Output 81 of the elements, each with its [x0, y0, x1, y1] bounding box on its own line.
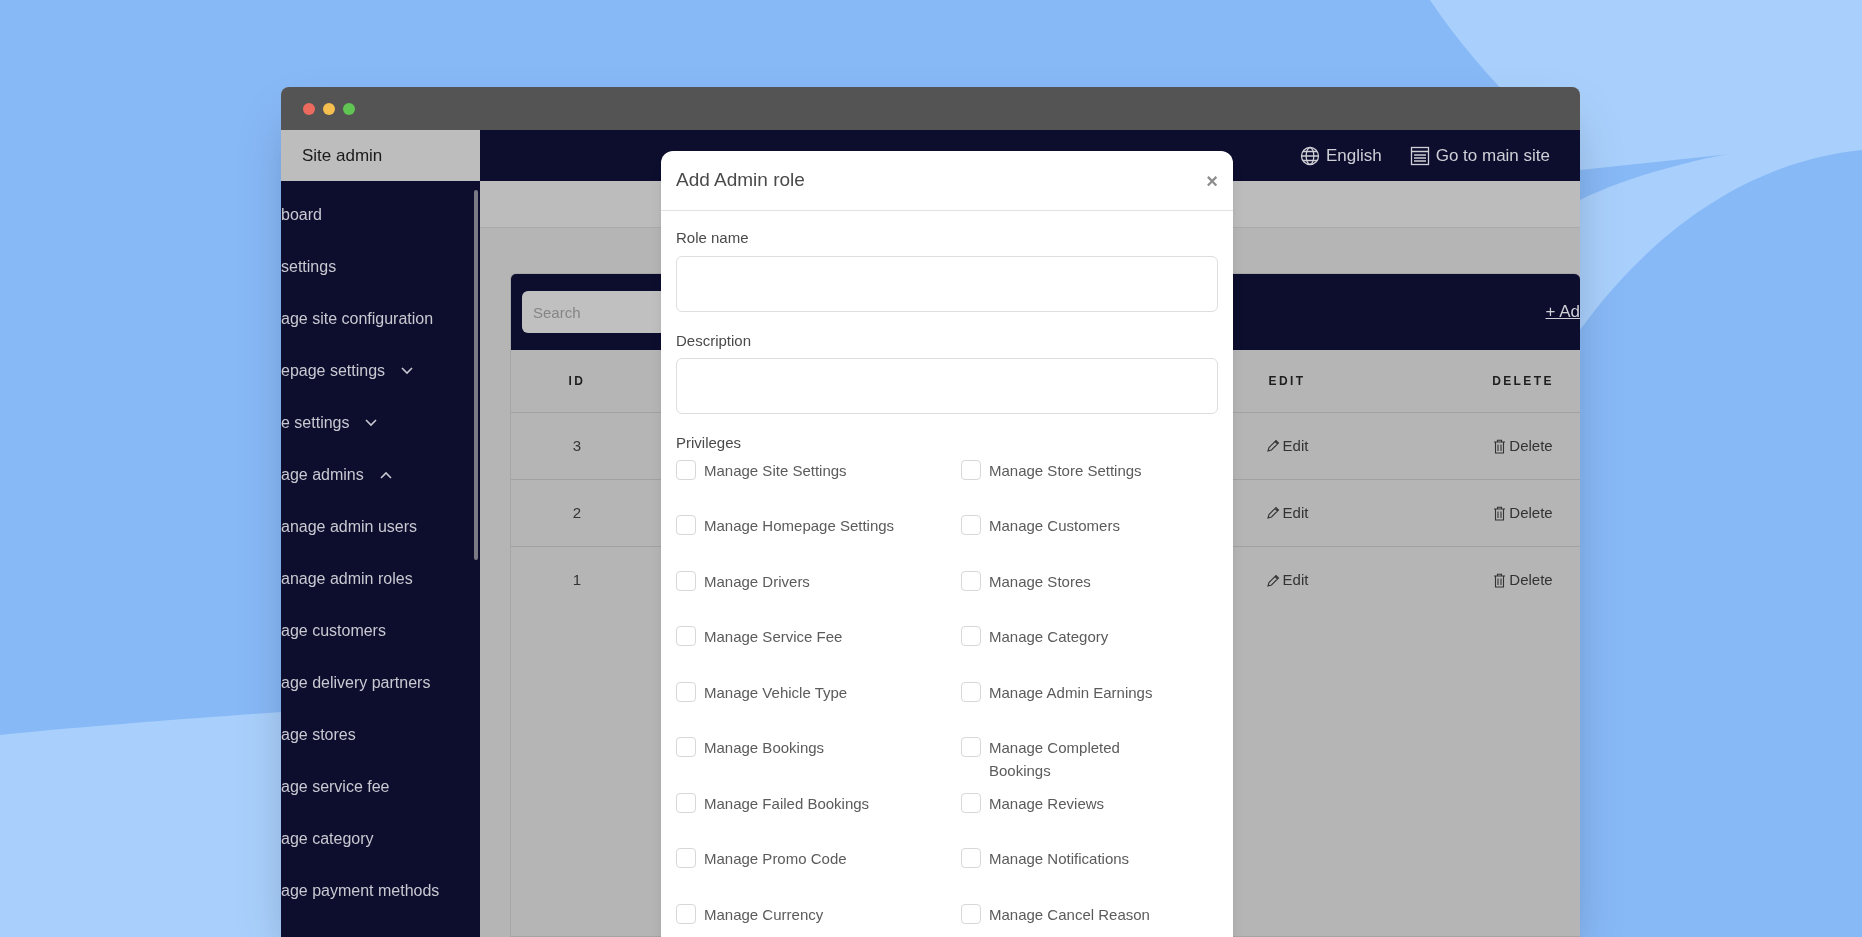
checkbox[interactable] [961, 459, 981, 480]
column-header: DELETE [1491, 373, 1555, 390]
privilege-checkbox[interactable]: Manage Cancel Reason [961, 903, 1218, 937]
table-cell-text: 2 [571, 502, 583, 523]
edit-link[interactable]: Edit [1217, 569, 1357, 592]
sidebar-item[interactable]: anage admin roles [281, 553, 480, 605]
checkbox[interactable] [676, 848, 696, 868]
sidebar-item[interactable]: e settings [281, 397, 480, 449]
input-field[interactable] [676, 358, 1218, 414]
sidebar-title: Site admin [302, 144, 383, 167]
scrollbar[interactable] [474, 190, 478, 560]
privilege-checkbox[interactable]: Manage Store Settings [961, 459, 1218, 515]
globe-icon [1299, 145, 1320, 166]
table-cell-text: 3 [571, 435, 583, 456]
sidebar-item[interactable]: epage settings [281, 345, 480, 397]
delete-link[interactable]: Delete [1466, 434, 1580, 458]
sidebar-item[interactable]: anage admin users [281, 501, 480, 553]
column-header: ID [567, 373, 587, 390]
checkbox[interactable] [676, 681, 696, 702]
checkbox[interactable] [676, 792, 696, 813]
language-selector[interactable]: English [1299, 142, 1382, 169]
sidebar-item[interactable]: age category [281, 813, 480, 865]
edit-link[interactable]: Edit [1217, 501, 1357, 525]
checkbox[interactable] [961, 570, 981, 591]
input-field[interactable] [676, 255, 1218, 312]
checkbox[interactable] [961, 681, 981, 702]
checkbox[interactable] [961, 903, 981, 924]
privilege-checkbox[interactable]: Manage Admin Earnings [961, 681, 1218, 737]
trash-icon [1493, 505, 1507, 521]
pencil-icon [1265, 506, 1280, 520]
privilege-checkbox[interactable]: Manage Drivers [676, 570, 961, 626]
checkbox[interactable] [676, 515, 696, 535]
sidebar-item[interactable]: age delivery partners [281, 657, 480, 709]
edit-link[interactable]: Edit [1217, 434, 1357, 458]
privileges-label: Privileges [676, 433, 743, 453]
privilege-checkbox[interactable]: Manage Promo Code [676, 848, 961, 904]
sidebar-item[interactable]: age customers [281, 605, 480, 657]
privilege-checkbox[interactable]: Manage Bookings [676, 737, 961, 793]
privilege-checkbox[interactable]: Manage Completed Bookings [961, 737, 1218, 793]
delete-link[interactable]: Delete [1466, 569, 1580, 592]
checkbox[interactable] [676, 903, 696, 924]
privilege-checkbox[interactable]: Manage Reviews [961, 792, 1218, 848]
main-site-link[interactable]: Go to main site [1409, 142, 1550, 169]
privilege-checkbox[interactable]: Manage Homepage Settings [676, 515, 961, 571]
privilege-checkbox[interactable]: Manage Failed Bookings [676, 792, 961, 848]
sidebar-item[interactable]: age admins [281, 449, 480, 501]
checkbox[interactable] [676, 570, 696, 591]
privilege-checkbox[interactable]: Manage Category [961, 626, 1218, 682]
modal-title: Add Admin role [676, 168, 805, 193]
checkbox[interactable] [676, 737, 696, 757]
checkbox[interactable] [961, 626, 981, 646]
pencil-icon [1265, 573, 1280, 588]
sidebar-item[interactable]: age stores [281, 709, 480, 761]
privilege-checkbox[interactable]: Manage Stores [961, 570, 1218, 626]
browser-icon [1409, 145, 1430, 166]
privilege-checkbox[interactable]: Manage Site Settings [676, 459, 961, 515]
sidebar-item[interactable]: age site configuration [281, 293, 480, 345]
table-cell-text: 1 [571, 570, 583, 591]
field-label: Description [676, 330, 753, 351]
checkbox[interactable] [676, 459, 696, 480]
sidebar-item[interactable]: settings [281, 241, 480, 293]
checkbox[interactable] [676, 626, 696, 646]
privilege-checkbox[interactable]: Manage Notifications [961, 848, 1218, 904]
add-link[interactable]: + Ad [1545, 299, 1580, 325]
column-header: EDIT [1267, 373, 1307, 390]
checkbox[interactable] [961, 737, 981, 757]
privilege-checkbox[interactable]: Manage Currency [676, 903, 961, 937]
sidebar-item[interactable]: board [281, 189, 480, 241]
trash-icon [1493, 573, 1507, 588]
delete-link[interactable]: Delete [1466, 501, 1580, 525]
privilege-checkbox[interactable]: Manage Service Fee [676, 626, 961, 682]
checkbox[interactable] [961, 848, 981, 868]
trash-icon [1493, 438, 1507, 454]
privilege-checkbox[interactable]: Manage Customers [961, 515, 1218, 571]
checkbox[interactable] [961, 515, 981, 535]
field-label: Role name [676, 228, 750, 248]
pencil-icon [1265, 439, 1280, 453]
privilege-checkbox[interactable]: Manage Vehicle Type [676, 681, 961, 737]
sidebar-item[interactable]: age service fee [281, 761, 480, 813]
checkbox[interactable] [961, 792, 981, 813]
sidebar-item[interactable]: age payment methods [281, 865, 480, 917]
